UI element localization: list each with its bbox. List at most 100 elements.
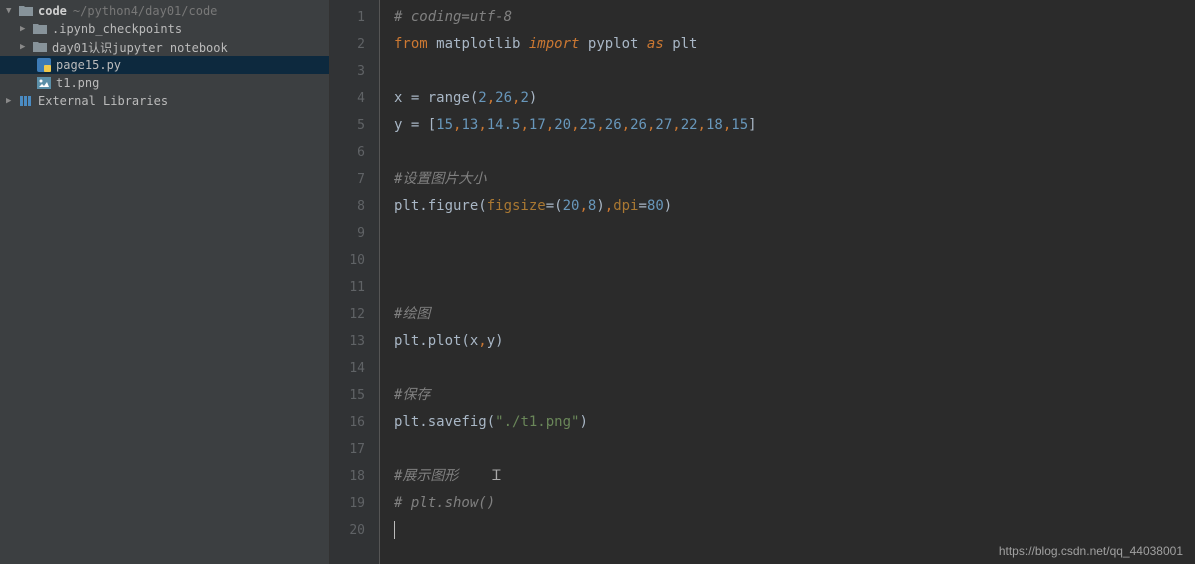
- line-number: 17: [330, 436, 365, 463]
- chevron-down-icon[interactable]: ▼: [6, 6, 16, 16]
- code-line[interactable]: plt.savefig("./t1.png"): [394, 409, 1195, 436]
- tree-folder-checkpoints[interactable]: ▶ .ipynb_checkpoints: [0, 20, 329, 38]
- line-number: 8: [330, 193, 365, 220]
- code-token: #绘图: [394, 306, 430, 322]
- code-line[interactable]: y = [15,13,14.5,17,20,25,26,26,27,22,18,…: [394, 112, 1195, 139]
- code-token: x = range(: [394, 90, 478, 106]
- tree-external-libraries[interactable]: ▶ External Libraries: [0, 92, 329, 110]
- code-token: y = [: [394, 117, 436, 133]
- code-token: 18: [706, 117, 723, 133]
- line-number: 6: [330, 139, 365, 166]
- code-token: ): [596, 198, 604, 214]
- line-number: 1: [330, 4, 365, 31]
- code-editor[interactable]: 1234567891011121314151617181920 # coding…: [330, 0, 1195, 564]
- line-number: 2: [330, 31, 365, 58]
- line-number: 14: [330, 355, 365, 382]
- code-line[interactable]: [394, 139, 1195, 166]
- watermark-text: https://blog.csdn.net/qq_44038001: [999, 544, 1183, 558]
- chevron-right-icon[interactable]: ▶: [20, 42, 30, 52]
- code-line[interactable]: [394, 436, 1195, 463]
- line-number: 9: [330, 220, 365, 247]
- tree-root-folder[interactable]: ▼ code ~/python4/day01/code: [0, 2, 329, 20]
- code-token: ): [579, 414, 587, 430]
- folder-icon: [32, 22, 48, 36]
- tree-item-label: page15.py: [56, 58, 121, 72]
- code-line[interactable]: #展示图形 Ꮖ: [394, 463, 1195, 490]
- line-number: 3: [330, 58, 365, 85]
- code-line[interactable]: # plt.show(): [394, 490, 1195, 517]
- line-number: 10: [330, 247, 365, 274]
- chevron-right-icon[interactable]: ▶: [20, 24, 30, 34]
- code-token: ,: [698, 117, 706, 133]
- code-token: ,: [622, 117, 630, 133]
- code-line[interactable]: #保存: [394, 382, 1195, 409]
- code-line[interactable]: [394, 355, 1195, 382]
- code-token: ): [529, 90, 537, 106]
- tree-file-t1png[interactable]: t1.png: [0, 74, 329, 92]
- code-token: ): [664, 198, 672, 214]
- code-token: 20: [563, 198, 580, 214]
- code-line[interactable]: #设置图片大小: [394, 166, 1195, 193]
- root-folder-name: code: [38, 4, 67, 18]
- code-line[interactable]: [394, 58, 1195, 85]
- code-token: ,: [579, 198, 587, 214]
- folder-icon: [32, 40, 48, 54]
- code-token: # coding=utf-8: [394, 9, 512, 25]
- code-line[interactable]: plt.figure(figsize=(20,8),dpi=80): [394, 193, 1195, 220]
- image-file-icon: [36, 76, 52, 90]
- code-token: 25: [580, 117, 597, 133]
- code-token: ,: [571, 117, 579, 133]
- code-line[interactable]: #绘图: [394, 301, 1195, 328]
- code-line[interactable]: [394, 247, 1195, 274]
- folder-icon: [18, 4, 34, 18]
- project-tree[interactable]: ▼ code ~/python4/day01/code ▶ .ipynb_che…: [0, 0, 330, 564]
- line-number: 18: [330, 463, 365, 490]
- code-token: 13: [461, 117, 478, 133]
- tree-folder-day01[interactable]: ▶ day01认识jupyter notebook: [0, 38, 329, 56]
- code-token: pyplot: [588, 36, 647, 52]
- line-number: 11: [330, 274, 365, 301]
- code-line[interactable]: # coding=utf-8: [394, 4, 1195, 31]
- text-cursor-icon: Ꮖ: [458, 468, 501, 484]
- code-line[interactable]: [394, 220, 1195, 247]
- code-token: y): [487, 333, 504, 349]
- code-line[interactable]: [394, 517, 1195, 544]
- code-token: plt.figure(: [394, 198, 487, 214]
- code-line[interactable]: [394, 274, 1195, 301]
- code-token: ,: [546, 117, 554, 133]
- line-number: 12: [330, 301, 365, 328]
- code-token: 14.5: [487, 117, 521, 133]
- code-token: 26: [605, 117, 622, 133]
- code-token: 2: [520, 90, 528, 106]
- code-token: ,: [478, 117, 486, 133]
- code-line[interactable]: plt.plot(x,y): [394, 328, 1195, 355]
- line-number: 20: [330, 517, 365, 544]
- code-token: 20: [554, 117, 571, 133]
- code-token: #保存: [394, 387, 430, 403]
- line-number: 13: [330, 328, 365, 355]
- code-token: ,: [520, 117, 528, 133]
- code-content[interactable]: # coding=utf-8 from matplotlib import pyp…: [380, 0, 1195, 564]
- code-line[interactable]: x = range(2,26,2): [394, 85, 1195, 112]
- line-number: 5: [330, 112, 365, 139]
- line-number-gutter: 1234567891011121314151617181920: [330, 0, 380, 564]
- code-token: # plt.show(): [394, 495, 495, 511]
- line-number: 7: [330, 166, 365, 193]
- chevron-right-icon[interactable]: ▶: [6, 96, 16, 106]
- code-token: 26: [495, 90, 512, 106]
- code-line[interactable]: from matplotlib import pyplot as plt: [394, 31, 1195, 58]
- code-token: #展示图形: [394, 468, 458, 484]
- code-token: 15: [436, 117, 453, 133]
- code-token: from: [394, 36, 436, 52]
- tree-item-label: External Libraries: [38, 94, 168, 108]
- code-token: ,: [605, 198, 613, 214]
- tree-file-page15[interactable]: page15.py: [0, 56, 329, 74]
- code-token: dpi: [613, 198, 638, 214]
- code-token: figsize: [487, 198, 546, 214]
- code-token: 26: [630, 117, 647, 133]
- line-number: 4: [330, 85, 365, 112]
- tree-item-label: .ipynb_checkpoints: [52, 22, 182, 36]
- code-token: 15: [731, 117, 748, 133]
- code-token: =: [639, 198, 647, 214]
- code-token: 17: [529, 117, 546, 133]
